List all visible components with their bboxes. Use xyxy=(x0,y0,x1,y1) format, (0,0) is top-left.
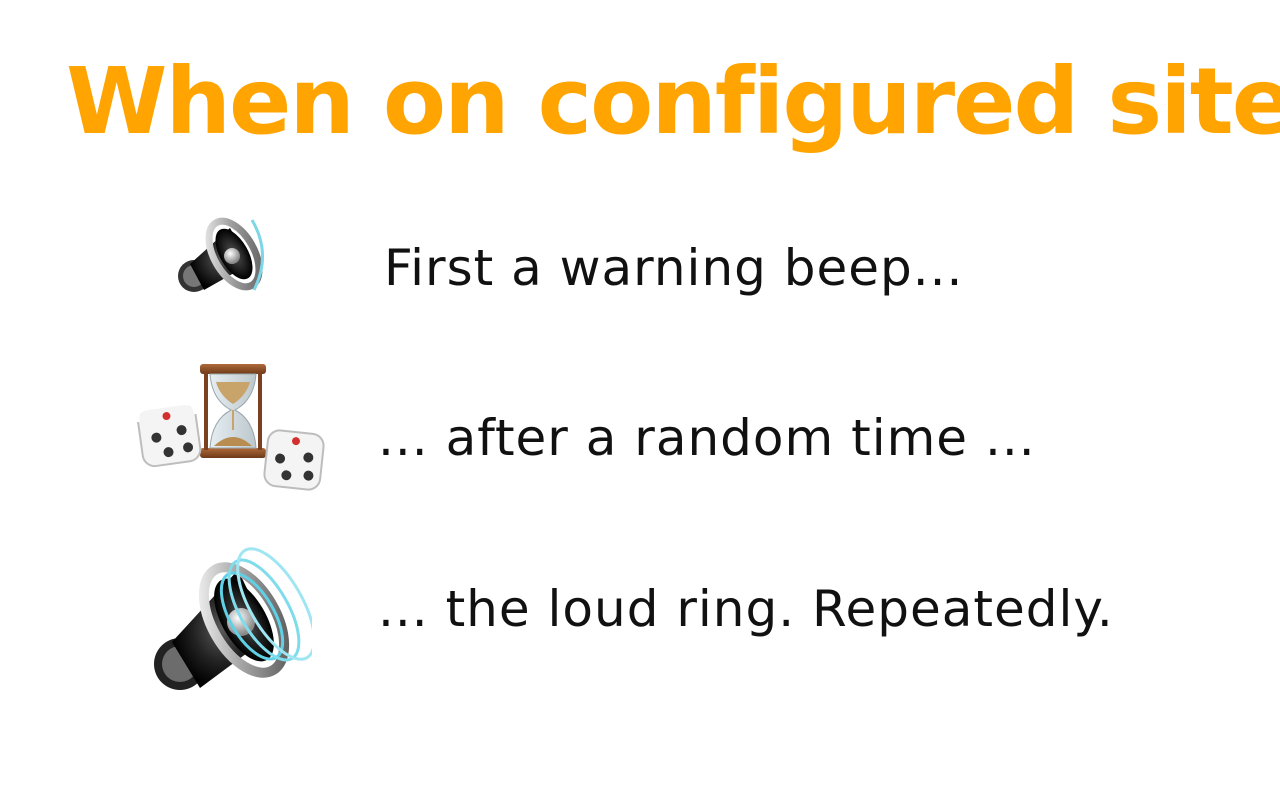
row-text-loud-ring: ... the loud ring. Repeatedly. xyxy=(378,580,1114,638)
dice-and-hourglass-icon xyxy=(136,364,325,491)
row-text-warning-beep: First a warning beep... xyxy=(384,239,964,297)
row-text-random-time: ... after a random time ... xyxy=(378,409,1036,467)
speaker-low-volume-icon xyxy=(178,217,264,292)
page-title: When on configured site xyxy=(66,48,1280,155)
speaker-high-volume-icon xyxy=(154,547,312,690)
